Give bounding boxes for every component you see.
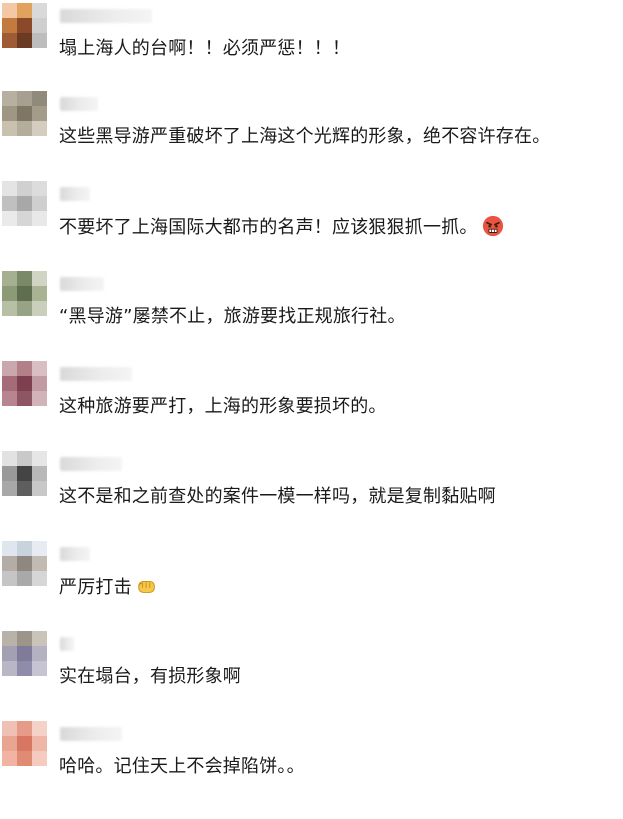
avatar[interactable] xyxy=(2,91,47,136)
avatar[interactable] xyxy=(2,631,47,676)
fist-icon xyxy=(136,575,158,597)
avatar[interactable] xyxy=(2,451,47,496)
comment-item: 实在塌台，有损形象啊 xyxy=(0,631,623,719)
comment-item: 这不是和之前查处的案件一模一样吗，就是复制黏贴啊 xyxy=(0,451,623,539)
blurred-username[interactable] xyxy=(60,97,98,111)
comment-item: 塌上海人的台啊！！必须严惩！！！ xyxy=(0,3,623,91)
comment-item: 哈哈。记住天上不会掉陷饼。。 xyxy=(0,721,623,809)
comment-text: 这种旅游要严打，上海的形象要损坏的。 xyxy=(59,395,387,419)
blurred-username[interactable] xyxy=(60,637,74,651)
comment-item: “黑导游”屡禁不止，旅游要找正规旅行社。 xyxy=(0,271,623,359)
comment-item: 严厉打击 xyxy=(0,541,623,629)
comment-text: 这些黑导游严重破坏了上海这个光辉的形象，绝不容许存在。 xyxy=(59,125,550,149)
blurred-username[interactable] xyxy=(60,547,90,561)
avatar[interactable] xyxy=(2,271,47,316)
blurred-username[interactable] xyxy=(60,9,152,23)
comment-text-content: 这种旅游要严打，上海的形象要损坏的。 xyxy=(59,396,387,417)
angry-face-icon xyxy=(482,215,504,237)
comment-text: 哈哈。记住天上不会掉陷饼。。 xyxy=(59,755,305,779)
comment-text-content: 这不是和之前查处的案件一模一样吗，就是复制黏贴啊 xyxy=(59,486,496,507)
comment-item: 这种旅游要严打，上海的形象要损坏的。 xyxy=(0,361,623,449)
blurred-username[interactable] xyxy=(60,727,122,741)
avatar[interactable] xyxy=(2,181,47,226)
avatar[interactable] xyxy=(2,361,47,406)
comment-text-content: 哈哈。记住天上不会掉陷饼。。 xyxy=(59,756,305,777)
avatar[interactable] xyxy=(2,721,47,766)
comment-text: 这不是和之前查处的案件一模一样吗，就是复制黏贴啊 xyxy=(59,485,496,509)
avatar[interactable] xyxy=(2,3,47,48)
comment-item: 这些黑导游严重破坏了上海这个光辉的形象，绝不容许存在。 xyxy=(0,91,623,179)
comment-text: “黑导游”屡禁不止，旅游要找正规旅行社。 xyxy=(59,305,406,329)
comment-item: 不要坏了上海国际大都市的名声！应该狠狠抓一抓。 xyxy=(0,181,623,269)
blurred-username[interactable] xyxy=(60,277,104,291)
comment-text: 不要坏了上海国际大都市的名声！应该狠狠抓一抓。 xyxy=(59,215,504,240)
blurred-username[interactable] xyxy=(60,457,122,471)
comment-text-content: “黑导游”屡禁不止，旅游要找正规旅行社。 xyxy=(59,306,406,327)
blurred-username[interactable] xyxy=(60,367,132,381)
comment-text-content: 实在塌台，有损形象啊 xyxy=(59,666,241,687)
avatar[interactable] xyxy=(2,541,47,586)
comment-text: 严厉打击 xyxy=(59,575,158,600)
comment-text-content: 不要坏了上海国际大都市的名声！应该狠狠抓一抓。 xyxy=(59,217,478,238)
comment-text-content: 严厉打击 xyxy=(59,577,132,598)
comment-text: 实在塌台，有损形象啊 xyxy=(59,665,241,689)
comment-text-content: 这些黑导游严重破坏了上海这个光辉的形象，绝不容许存在。 xyxy=(59,126,551,147)
comment-text: 塌上海人的台啊！！必须严惩！！！ xyxy=(59,37,350,61)
comment-list: 塌上海人的台啊！！必须严惩！！！ 这些黑导游严重破坏了上海这个光辉的形象，绝不容许… xyxy=(0,0,623,819)
comment-text-content: 塌上海人的台啊！！必须严惩！！！ xyxy=(59,38,351,59)
blurred-username[interactable] xyxy=(60,187,90,201)
